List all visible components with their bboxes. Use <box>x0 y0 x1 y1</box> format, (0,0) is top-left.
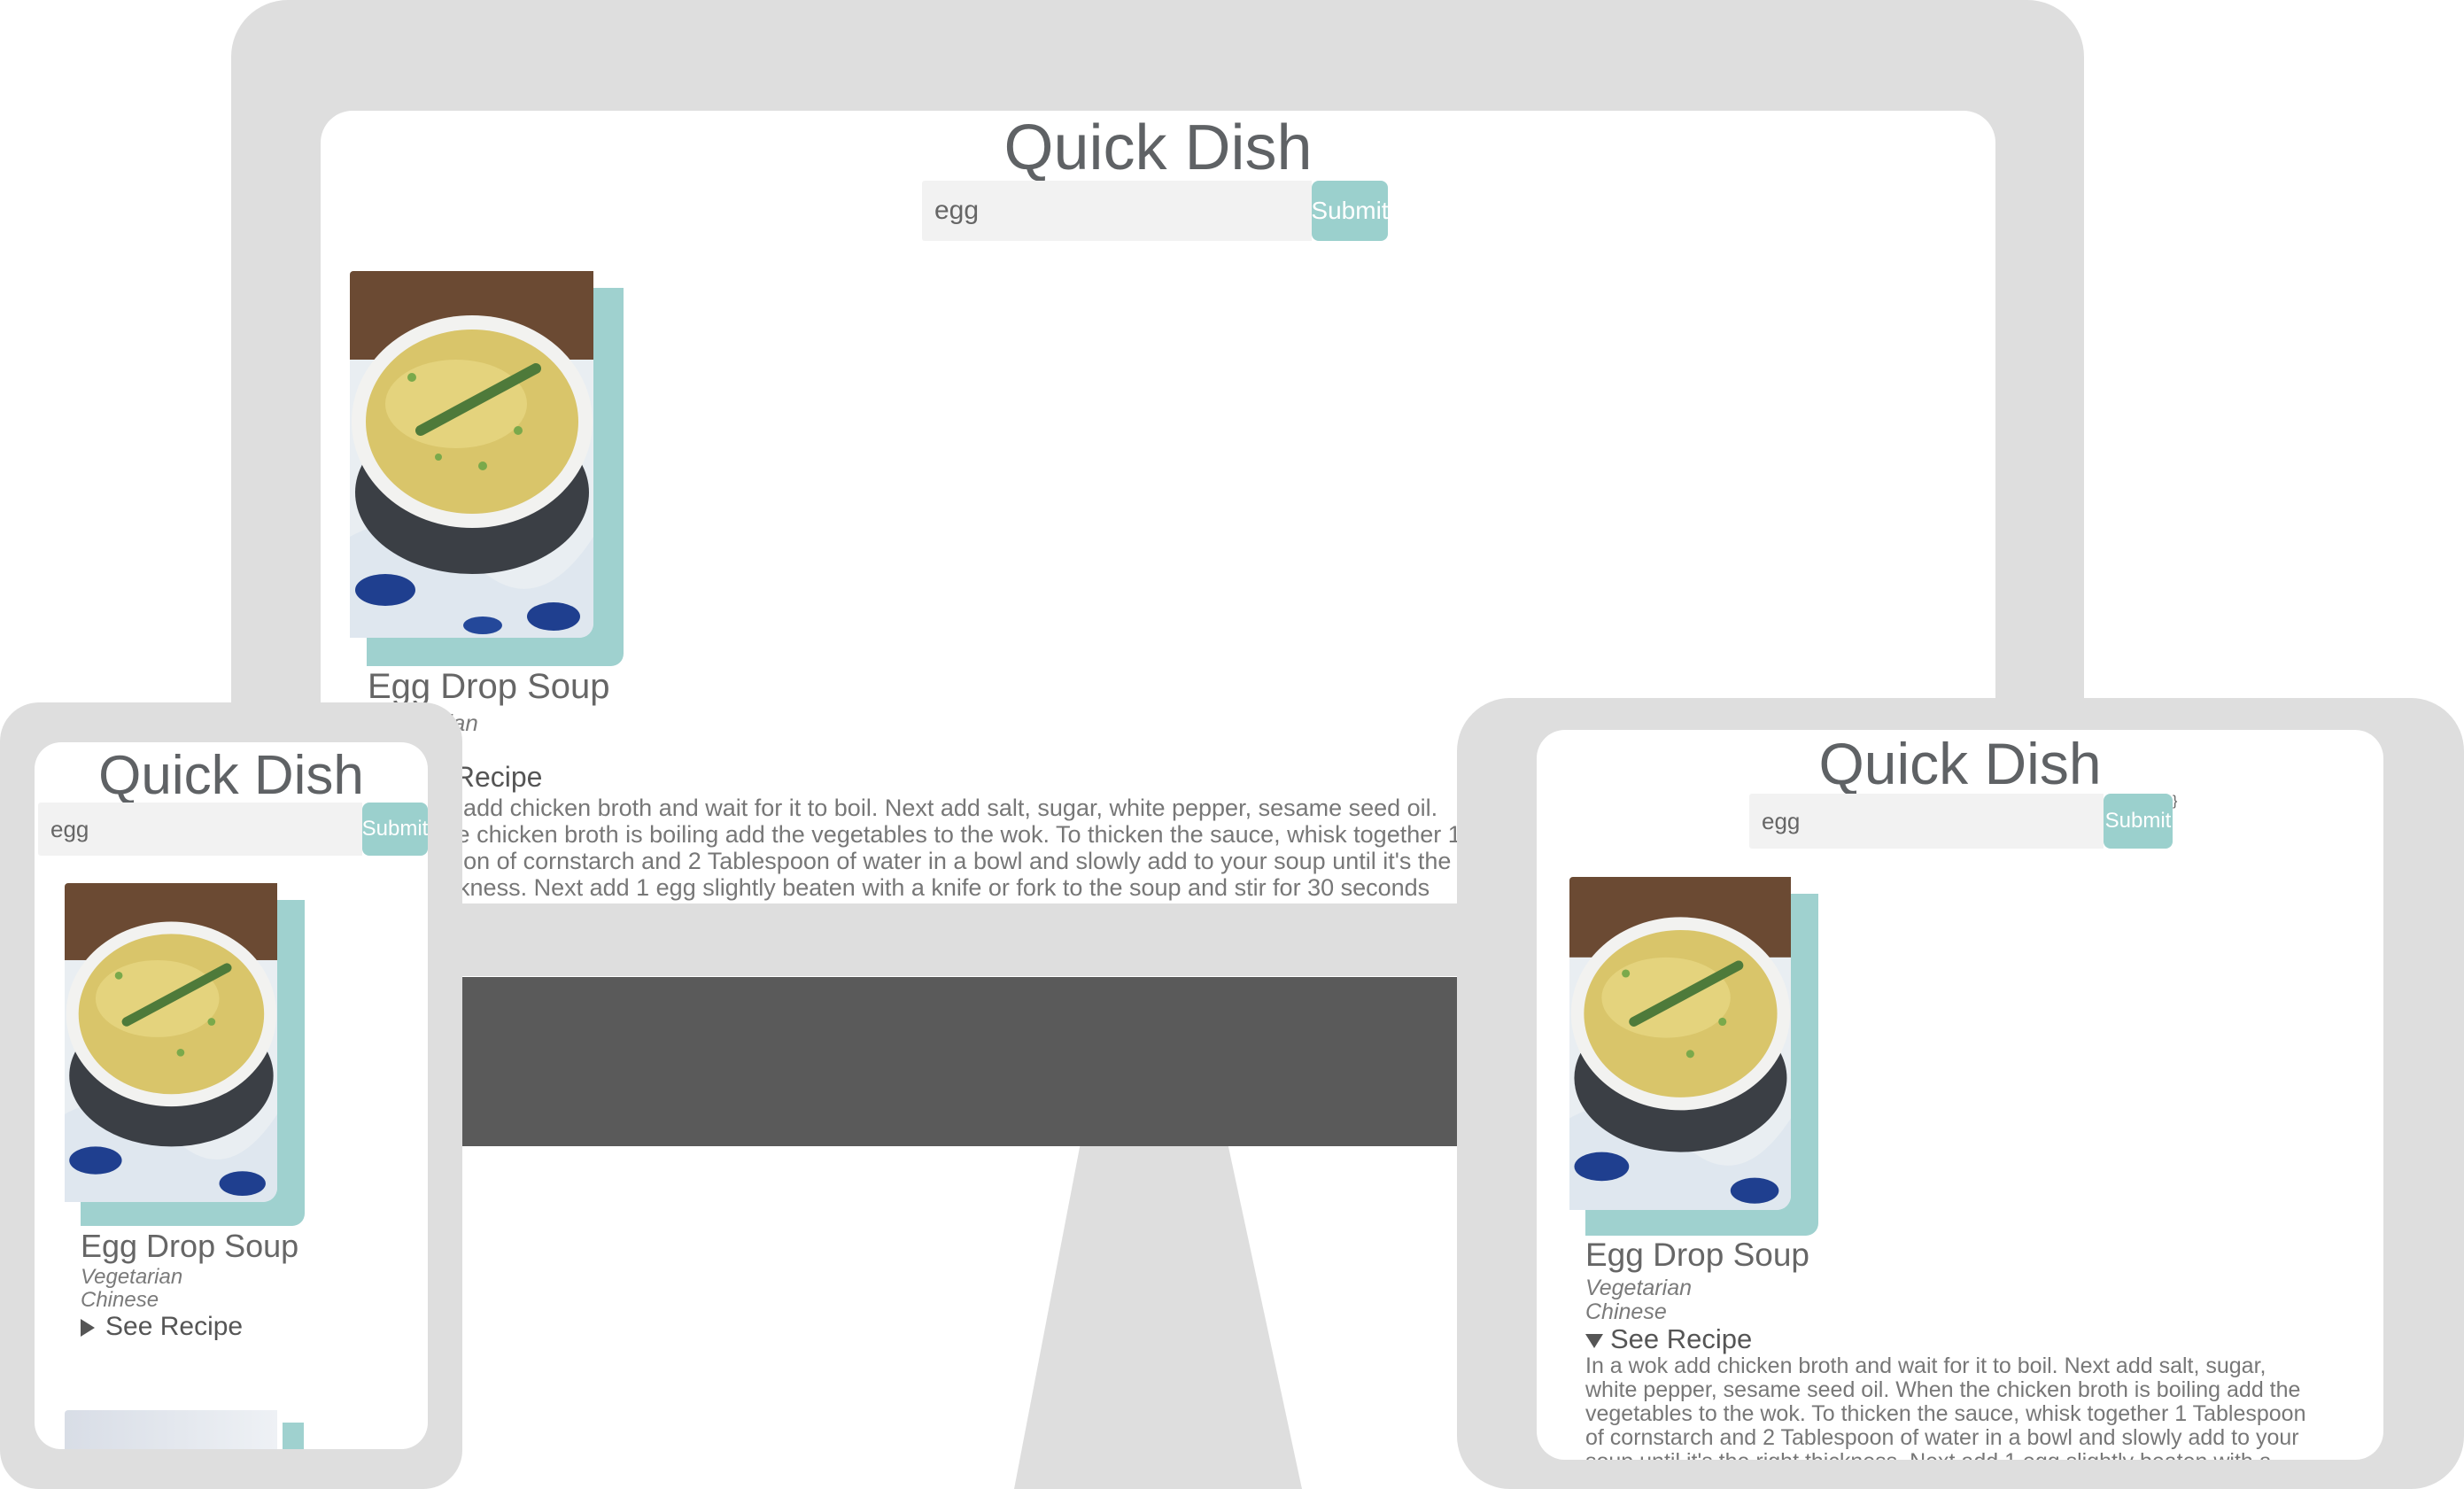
triangle-right-icon <box>81 1319 95 1338</box>
recipe-instructions: In a wok add chicken broth and wait for … <box>1585 1353 2306 1461</box>
desktop-monitor-chin <box>461 977 1461 1146</box>
see-recipe-toggle[interactable]: See Recipe <box>81 1312 243 1342</box>
search-input[interactable] <box>1749 794 2104 849</box>
submit-button[interactable]: Submit <box>362 803 428 856</box>
soup-image <box>350 271 593 638</box>
recipe-photo <box>350 271 593 638</box>
recipe-instructions: In a wok add chicken broth and wait for … <box>368 795 1461 903</box>
see-recipe-toggle[interactable]: See Recipe <box>1585 1323 1752 1355</box>
app-title: Quick Dish <box>1003 112 1313 183</box>
phone-screen: Quick Dish Submit Egg Drop Soup Vegetari… <box>35 742 428 1449</box>
recipe-photo <box>65 883 277 1202</box>
recipe-tag-chinese: Chinese <box>81 1288 159 1312</box>
search-input[interactable] <box>38 803 362 856</box>
recipe-tag-chinese: Chinese <box>1585 1299 1667 1324</box>
tablet-screen: Quick Dish Submit } Egg Drop Soup Vegeta… <box>1537 730 2383 1460</box>
see-recipe-label: See Recipe <box>105 1312 244 1341</box>
search-input[interactable] <box>922 181 1312 241</box>
soup-image <box>1569 877 1791 1210</box>
recipe-photo <box>1569 877 1791 1210</box>
search-form: Submit } <box>1749 794 2177 849</box>
submit-button[interactable]: Submit <box>2104 794 2173 849</box>
recipe-name: Egg Drop Soup <box>81 1228 299 1264</box>
next-recipe-accent <box>283 1423 304 1449</box>
triangle-down-icon <box>1585 1333 1603 1348</box>
next-recipe-photo <box>65 1410 277 1449</box>
app-title: Quick Dish <box>1818 731 2102 796</box>
soup-image <box>65 883 277 1202</box>
see-recipe-label: See Recipe <box>1610 1323 1753 1354</box>
submit-button[interactable]: Submit <box>1312 181 1388 241</box>
desktop-monitor-stand <box>1014 1143 1302 1489</box>
app-title: Quick Dish <box>98 745 364 806</box>
recipe-tag-vegetarian: Vegetarian <box>81 1265 183 1289</box>
search-form: Submit <box>38 803 428 856</box>
recipe-tag-vegetarian: Vegetarian <box>1585 1276 1692 1300</box>
recipe-name: Egg Drop Soup <box>368 667 610 706</box>
search-form: Submit <box>922 181 1388 241</box>
recipe-name: Egg Drop Soup <box>1585 1237 1810 1273</box>
